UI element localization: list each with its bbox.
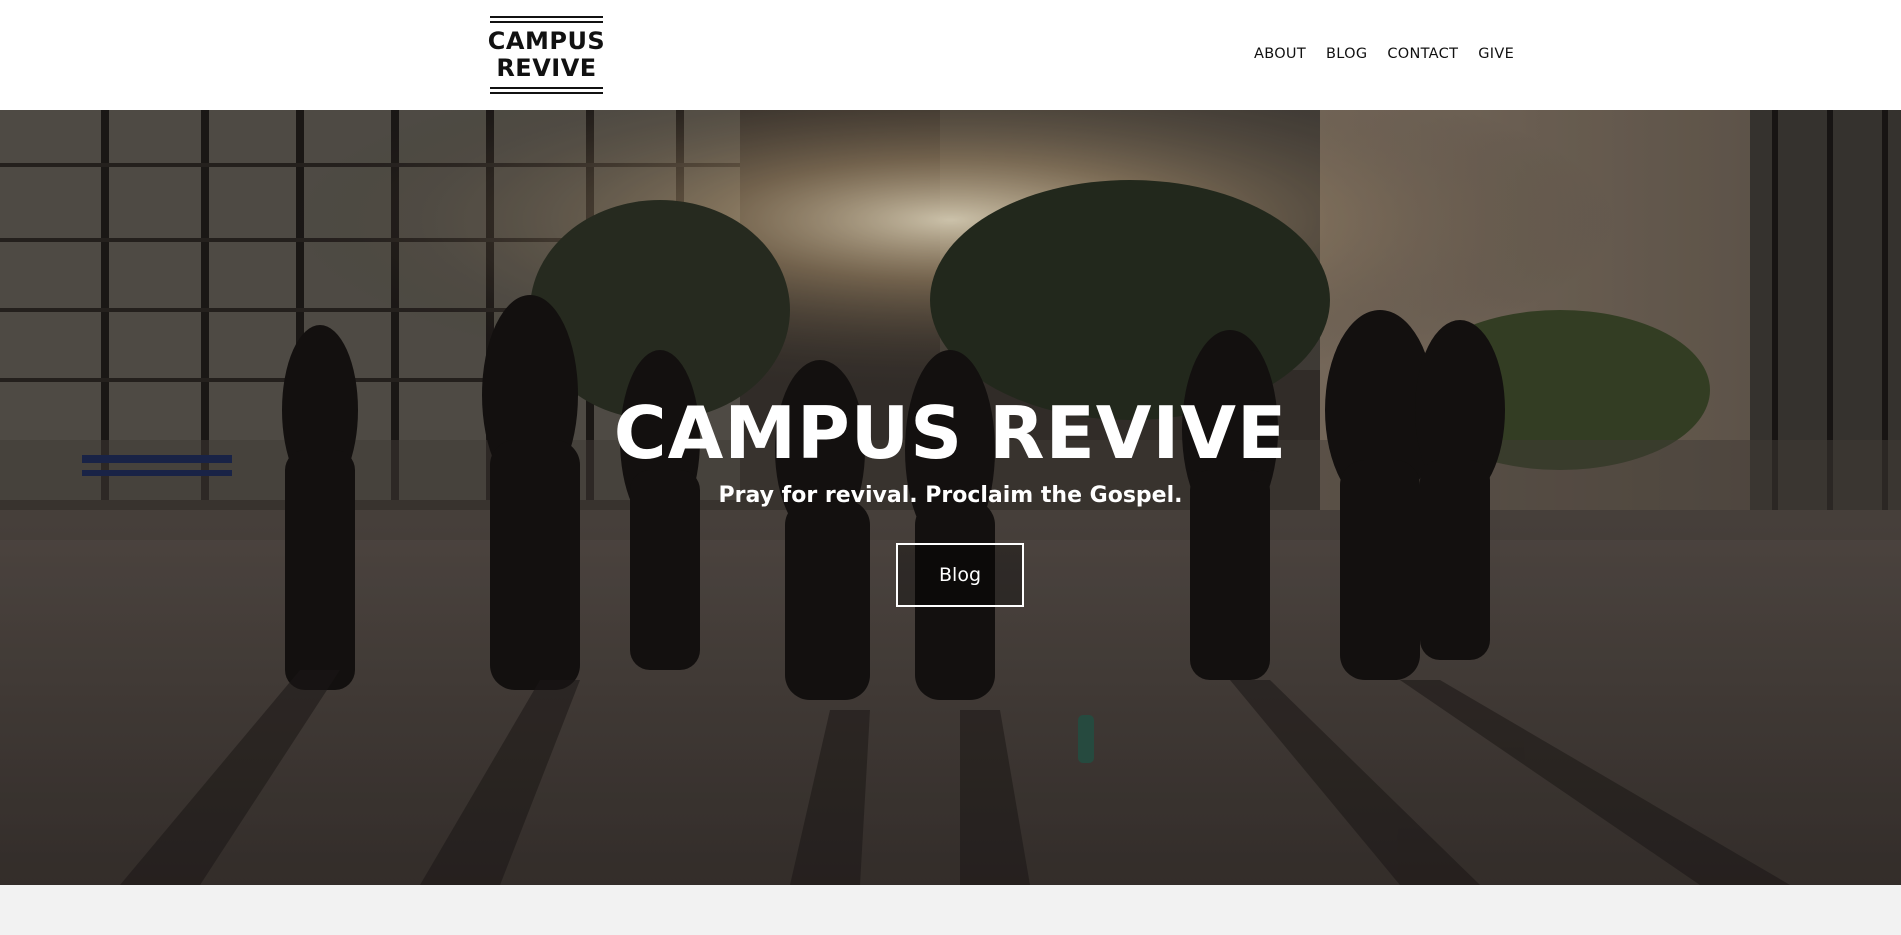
nav-about-link[interactable]: ABOUT bbox=[1254, 44, 1306, 64]
hero-section: CAMPUS REVIVE Pray for revival. Proclaim… bbox=[0, 110, 1901, 885]
hero-content: CAMPUS REVIVE Pray for revival. Proclaim… bbox=[0, 110, 1901, 885]
logo-bottom-rules bbox=[490, 87, 603, 94]
main-nav: ABOUT BLOG CONTACT GIVE bbox=[1254, 44, 1514, 64]
site-header: CAMPUS REVIVE ABOUT BLOG CONTACT GIVE bbox=[0, 0, 1901, 110]
nav-blog-link[interactable]: BLOG bbox=[1326, 44, 1367, 64]
logo-text: CAMPUS REVIVE bbox=[488, 28, 605, 82]
logo-line-1: CAMPUS bbox=[487, 27, 606, 55]
next-section-preview bbox=[0, 885, 1901, 935]
logo-top-rules bbox=[490, 16, 603, 23]
site-logo[interactable]: CAMPUS REVIVE bbox=[488, 16, 605, 94]
logo-line-2: REVIVE bbox=[496, 54, 597, 82]
nav-contact-link[interactable]: CONTACT bbox=[1387, 44, 1458, 64]
nav-give-link[interactable]: GIVE bbox=[1478, 44, 1514, 64]
hero-title: CAMPUS REVIVE bbox=[613, 391, 1288, 475]
blog-button[interactable]: Blog bbox=[896, 543, 1024, 607]
hero-subtitle: Pray for revival. Proclaim the Gospel. bbox=[718, 483, 1183, 508]
